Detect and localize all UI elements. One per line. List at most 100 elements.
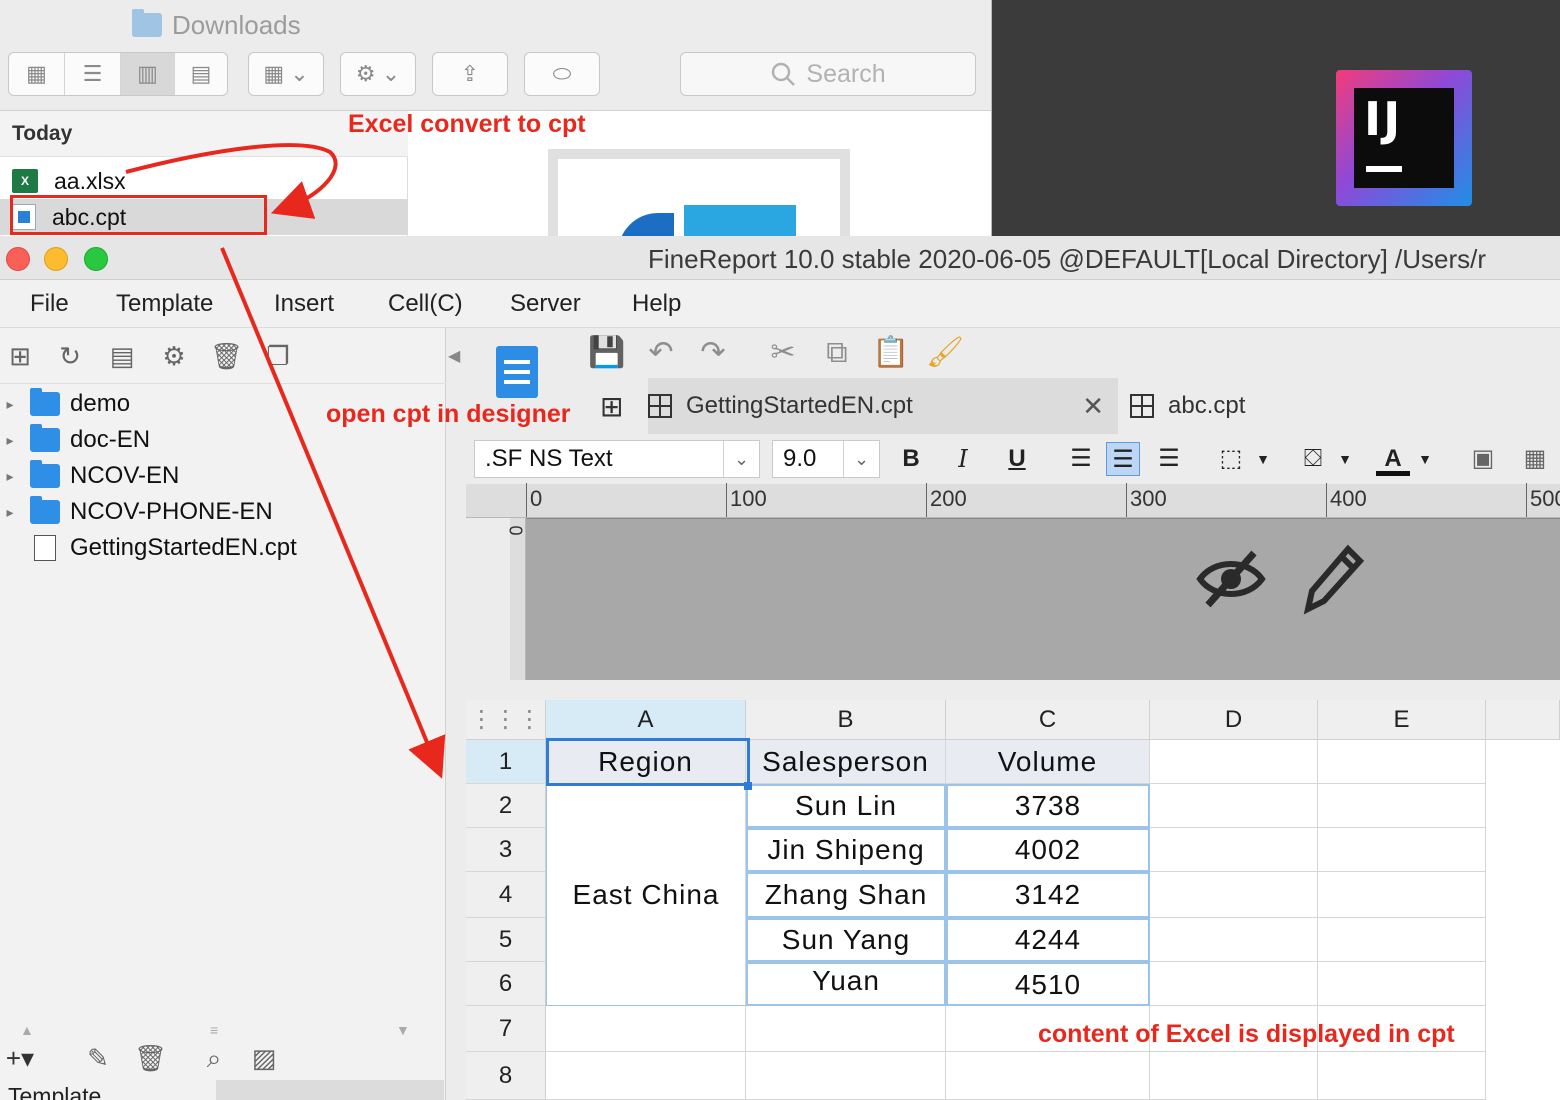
cell-e4[interactable] bbox=[1318, 872, 1486, 918]
icon-view-icon[interactable]: ▦ bbox=[9, 53, 65, 95]
column-header-a[interactable]: A bbox=[546, 700, 746, 740]
row-header-7[interactable]: 7 bbox=[466, 1006, 546, 1052]
cut-icon[interactable]: ✂ bbox=[764, 334, 802, 372]
fill-color-icon[interactable]: ⛋ bbox=[1296, 442, 1330, 476]
column-view-icon[interactable]: ▥ bbox=[121, 53, 175, 95]
align-center-icon[interactable]: ☰ bbox=[1106, 442, 1140, 476]
menu-server[interactable]: Server bbox=[510, 280, 581, 328]
cell-e8[interactable] bbox=[1318, 1052, 1486, 1100]
cell-c3[interactable]: 4002 bbox=[946, 828, 1150, 872]
cell-a2-merged[interactable]: East China bbox=[546, 784, 746, 1006]
select-all-corner[interactable]: ⋮⋮⋮ bbox=[466, 700, 546, 740]
preview-dataset-icon[interactable]: ⌕ bbox=[198, 1042, 230, 1074]
save-icon[interactable]: 💾 bbox=[588, 334, 626, 372]
pencil-icon[interactable] bbox=[1298, 539, 1368, 615]
cell-b7[interactable] bbox=[746, 1006, 946, 1052]
redo-icon[interactable]: ↷ bbox=[694, 334, 732, 372]
split-cells-icon[interactable]: ▦ bbox=[1518, 442, 1552, 476]
paste-icon[interactable]: 📋 bbox=[872, 334, 910, 372]
column-header-f[interactable] bbox=[1486, 700, 1560, 740]
column-header-c[interactable]: C bbox=[946, 700, 1150, 740]
share-button[interactable]: ⇪ bbox=[432, 52, 508, 96]
menu-insert[interactable]: Insert bbox=[274, 280, 334, 328]
list-view-icon[interactable]: ☰ bbox=[65, 53, 121, 95]
cell-e6[interactable] bbox=[1318, 962, 1486, 1006]
group-by-button[interactable]: ▦ ⌄ bbox=[248, 52, 324, 96]
refresh-icon[interactable]: ↻ bbox=[54, 340, 86, 372]
expand-arrow-icon[interactable]: ▸ bbox=[0, 396, 20, 413]
file-row-aa-xlsx[interactable]: X aa.xlsx bbox=[0, 163, 408, 199]
tree-folder-ncov-phone-en[interactable]: ▸ NCOV-PHONE-EN bbox=[0, 494, 446, 530]
bold-button[interactable]: B bbox=[894, 442, 928, 476]
menu-template[interactable]: Template bbox=[116, 280, 213, 328]
merge-cells-icon[interactable]: ▣ bbox=[1466, 442, 1500, 476]
tab-template-dataset[interactable]: Template Dataset bbox=[8, 1080, 208, 1100]
cell-b6[interactable]: Yuan bbox=[746, 962, 946, 1006]
row-header-8[interactable]: 8 bbox=[466, 1052, 546, 1100]
cell-a7[interactable] bbox=[546, 1006, 746, 1052]
zoom-window-button[interactable] bbox=[84, 247, 108, 271]
collapse-up-icon[interactable]: ▲ bbox=[20, 1022, 34, 1038]
row-header-6[interactable]: 6 bbox=[466, 962, 546, 1006]
row-header-2[interactable]: 2 bbox=[466, 784, 546, 828]
cell-d5[interactable] bbox=[1150, 918, 1318, 962]
cell-d1[interactable] bbox=[1150, 740, 1318, 784]
cell-e3[interactable] bbox=[1318, 828, 1486, 872]
cell-b1[interactable]: Salesperson bbox=[746, 740, 946, 784]
cell-b8[interactable] bbox=[746, 1052, 946, 1100]
delete-icon[interactable]: 🗑 bbox=[210, 340, 243, 372]
expand-arrow-icon[interactable]: ▸ bbox=[0, 504, 20, 521]
font-color-dropdown-icon[interactable]: ▼ bbox=[1408, 442, 1442, 476]
settings-icon[interactable]: ⚙ bbox=[158, 340, 190, 372]
new-folder-icon[interactable]: ⊞ bbox=[4, 340, 36, 372]
delete-dataset-icon[interactable]: 🗑 bbox=[134, 1042, 167, 1074]
cell-d3[interactable] bbox=[1150, 828, 1318, 872]
close-tab-icon[interactable]: ✕ bbox=[1082, 391, 1104, 422]
collapse-panel-icon[interactable]: ◀ bbox=[448, 346, 462, 376]
search-field[interactable]: Search bbox=[680, 52, 976, 96]
add-dataset-icon[interactable]: +▾ bbox=[4, 1042, 36, 1074]
action-button[interactable]: ⚙ ⌄ bbox=[340, 52, 416, 96]
cell-d2[interactable] bbox=[1150, 784, 1318, 828]
cell-d6[interactable] bbox=[1150, 962, 1318, 1006]
cell-d8[interactable] bbox=[1150, 1052, 1318, 1100]
menu-file[interactable]: File bbox=[30, 280, 69, 328]
italic-button[interactable]: I bbox=[946, 442, 980, 476]
row-header-5[interactable]: 5 bbox=[466, 918, 546, 962]
expand-arrow-icon[interactable]: ▸ bbox=[0, 432, 20, 449]
font-color-icon[interactable]: A bbox=[1376, 442, 1410, 476]
panel-divider[interactable]: ▲ ≡ ▼ bbox=[0, 1022, 446, 1042]
fill-dropdown-icon[interactable]: ▼ bbox=[1328, 442, 1362, 476]
cell-e2[interactable] bbox=[1318, 784, 1486, 828]
dataset-params-icon[interactable]: ▨ bbox=[248, 1042, 280, 1074]
template-info-icon[interactable]: ▤ bbox=[106, 340, 138, 372]
tag-button[interactable]: ⬭ bbox=[524, 52, 600, 96]
cell-b2[interactable]: Sun Lin bbox=[746, 784, 946, 828]
underline-button[interactable]: U bbox=[1000, 442, 1034, 476]
cell-c8[interactable] bbox=[946, 1052, 1150, 1100]
format-painter-icon[interactable]: 🖌 bbox=[926, 334, 964, 372]
tab-server-dataset[interactable]: Server Dataset bbox=[216, 1080, 444, 1100]
fill-handle[interactable] bbox=[744, 782, 752, 790]
menu-help[interactable]: Help bbox=[632, 280, 681, 328]
column-header-b[interactable]: B bbox=[746, 700, 946, 740]
tab-getting-started[interactable]: GettingStartedEN.cpt ✕ bbox=[648, 378, 1118, 434]
intellij-icon[interactable]: IJ bbox=[1336, 70, 1472, 206]
cell-c4[interactable]: 3142 bbox=[946, 872, 1150, 918]
row-header-1[interactable]: 1 bbox=[466, 740, 546, 784]
cell-e5[interactable] bbox=[1318, 918, 1486, 962]
cell-c6[interactable]: 4510 bbox=[946, 962, 1150, 1006]
cell-d4[interactable] bbox=[1150, 872, 1318, 918]
undo-icon[interactable]: ↶ bbox=[642, 334, 680, 372]
cell-c5[interactable]: 4244 bbox=[946, 918, 1150, 962]
cell-c2[interactable]: 3738 bbox=[946, 784, 1150, 828]
add-template-icon[interactable]: ⊞ bbox=[600, 390, 623, 423]
copy-icon[interactable]: ❐ bbox=[262, 340, 294, 372]
edit-dataset-icon[interactable]: ✎ bbox=[82, 1042, 114, 1074]
column-header-d[interactable]: D bbox=[1150, 700, 1318, 740]
cell-c1[interactable]: Volume bbox=[946, 740, 1150, 784]
row-header-3[interactable]: 3 bbox=[466, 828, 546, 872]
expand-arrow-icon[interactable]: ▸ bbox=[0, 468, 20, 485]
border-dropdown-icon[interactable]: ▼ bbox=[1246, 442, 1280, 476]
align-left-icon[interactable]: ☰ bbox=[1064, 442, 1098, 476]
